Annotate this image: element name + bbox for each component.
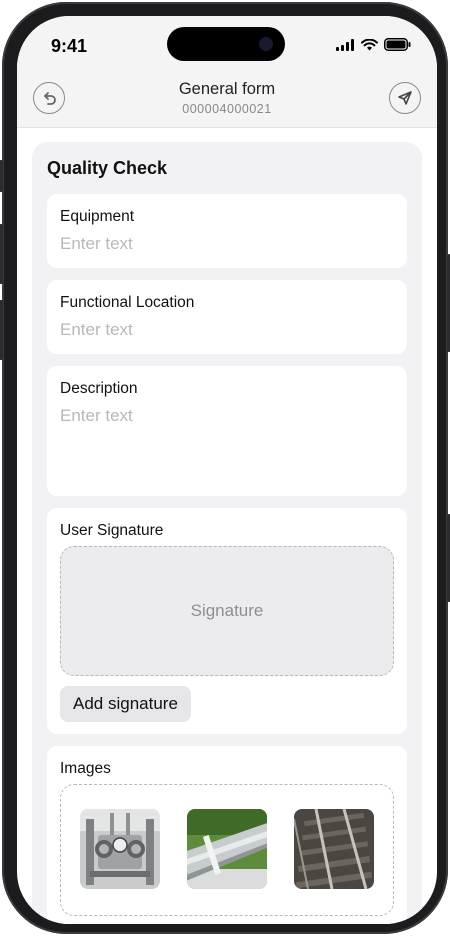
image-thumbnail-railway[interactable] xyxy=(294,809,374,889)
form-number: 000004000021 xyxy=(182,102,272,116)
railway-track-photo xyxy=(294,809,374,889)
images-dropzone[interactable] xyxy=(60,784,394,916)
signature-pad[interactable]: Signature xyxy=(60,546,394,676)
volume-down-button xyxy=(0,300,3,360)
functional-location-input[interactable] xyxy=(60,320,390,340)
description-input[interactable] xyxy=(60,406,390,426)
description-label: Description xyxy=(60,380,138,397)
functional-location-field: Functional Location xyxy=(47,280,407,354)
app-header: General form 000004000021 xyxy=(17,72,437,128)
images-field: Images xyxy=(47,746,407,924)
send-icon xyxy=(398,91,412,105)
dynamic-island xyxy=(167,27,285,61)
equipment-label: Equipment xyxy=(60,208,135,225)
status-icons xyxy=(336,38,411,51)
volume-up-button xyxy=(0,224,3,284)
image-thumbnail-machinery[interactable] xyxy=(80,809,160,889)
description-field: Description xyxy=(47,366,407,496)
quality-check-section: Quality Check Equipment Functional Locat… xyxy=(32,142,422,924)
cellular-signal-icon xyxy=(336,38,354,51)
functional-location-label: Functional Location xyxy=(60,294,195,311)
status-time: 9:41 xyxy=(51,36,88,56)
mute-switch xyxy=(0,160,3,192)
equipment-field: Equipment xyxy=(47,194,407,268)
phone-frame: 9:41 General form 000004000021 Quality C… xyxy=(0,2,450,934)
signature-placeholder: Signature xyxy=(190,601,264,620)
user-signature-label: User Signature xyxy=(60,522,164,539)
pipeline-photo xyxy=(187,809,267,889)
section-title: Quality Check xyxy=(47,158,168,178)
add-signature-button[interactable]: Add signature xyxy=(60,686,191,722)
send-button[interactable] xyxy=(389,82,421,114)
user-signature-field: User Signature Signature Add signature xyxy=(47,508,407,734)
equipment-input[interactable] xyxy=(60,234,390,254)
image-thumbnail-pipeline[interactable] xyxy=(187,809,267,889)
machinery-photo xyxy=(80,809,160,889)
screen: 9:41 General form 000004000021 Quality C… xyxy=(17,16,437,924)
images-label: Images xyxy=(60,760,111,777)
form-title: General form xyxy=(178,80,276,98)
battery-icon xyxy=(384,38,411,51)
wifi-icon xyxy=(361,38,378,50)
front-camera xyxy=(259,37,273,51)
